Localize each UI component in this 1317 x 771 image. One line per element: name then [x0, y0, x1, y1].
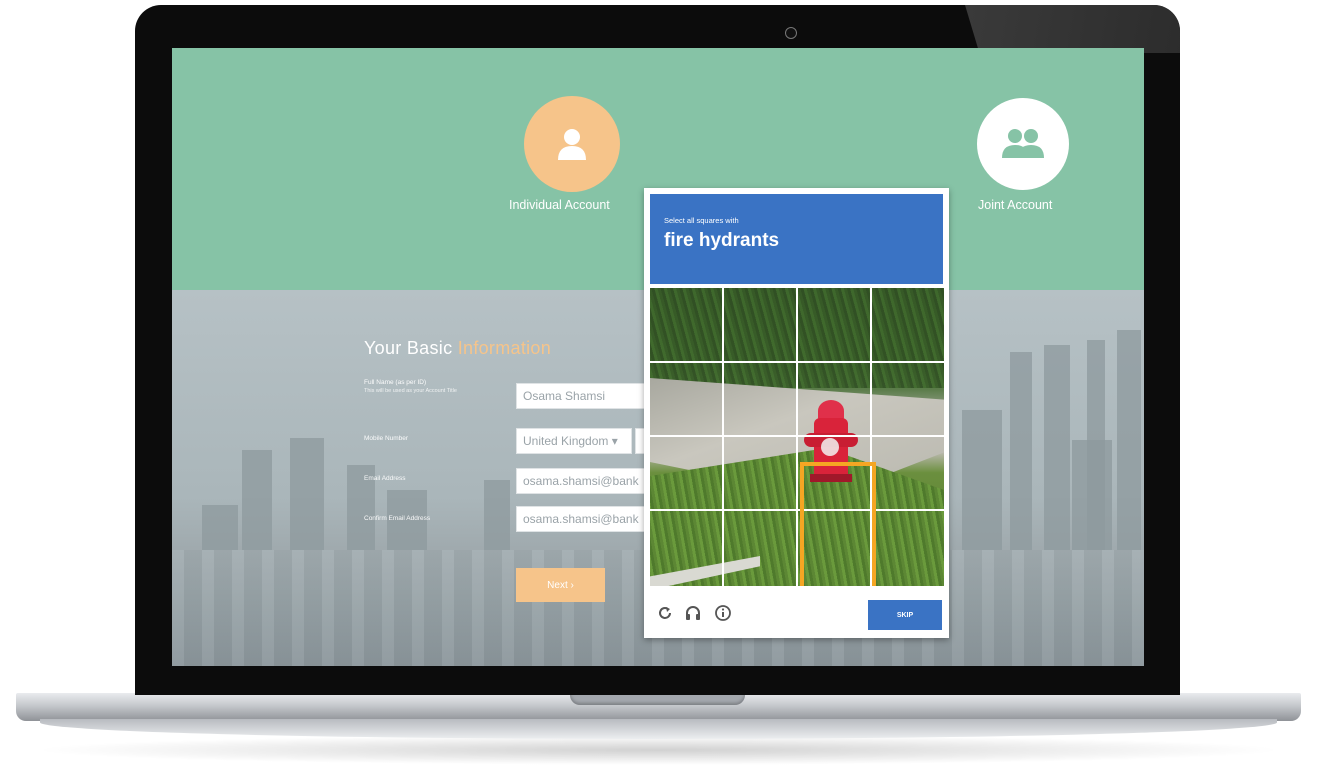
- joint-account-button[interactable]: [977, 98, 1069, 190]
- form-title-main: Your Basic: [364, 338, 453, 358]
- individual-account-button[interactable]: [524, 96, 620, 192]
- joint-account-label: Joint Account: [978, 198, 1053, 212]
- captcha-header: Select all squares with fire hydrants: [650, 194, 943, 284]
- grid-line: [650, 435, 944, 437]
- form-title-accent: Information: [457, 338, 552, 358]
- hydrant-front-nozzle: [821, 438, 839, 456]
- confirm-email-label: Confirm Email Address: [364, 515, 431, 522]
- captcha-dialog: Select all squares with fire hydrants SK…: [644, 188, 949, 638]
- email-label: Email Address: [364, 475, 406, 482]
- country-select[interactable]: United Kingdom ▾: [516, 428, 632, 454]
- confirm-email-input[interactable]: osama.shamsi@bank: [516, 506, 646, 532]
- building: [242, 450, 272, 560]
- audio-icon[interactable]: [684, 604, 702, 622]
- building: [1044, 345, 1070, 560]
- user-icon: [558, 129, 586, 160]
- camera-icon: [785, 27, 797, 39]
- full-name-input[interactable]: Osama Shamsi: [516, 383, 646, 409]
- captcha-instruction: Select all squares with: [664, 216, 739, 225]
- bezel-glare: [965, 5, 1180, 53]
- selected-tiles-highlight: [800, 462, 876, 586]
- captcha-footer: SKIP: [650, 594, 943, 632]
- laptop-shadow: [30, 735, 1287, 765]
- building: [1117, 330, 1141, 560]
- building: [290, 438, 324, 560]
- email-input[interactable]: osama.shamsi@bank: [516, 468, 646, 494]
- building: [962, 410, 1002, 560]
- form-title: Your Basic Information: [364, 338, 551, 359]
- skip-button[interactable]: SKIP: [868, 600, 942, 630]
- full-name-sublabel: This will be used as your Account Title: [364, 388, 457, 394]
- next-button[interactable]: Next ›: [516, 568, 605, 602]
- captcha-image-grid[interactable]: [650, 288, 944, 586]
- full-name-label: Full Name (as per ID) This will be used …: [364, 378, 474, 396]
- building: [1072, 440, 1112, 560]
- grid-line: [796, 288, 798, 586]
- captcha-target: fire hydrants: [664, 230, 780, 251]
- grid-line: [722, 288, 724, 586]
- laptop-notch: [570, 694, 745, 705]
- grid-line: [650, 509, 944, 511]
- grid-line: [650, 361, 944, 363]
- individual-account-label: Individual Account: [509, 198, 610, 212]
- users-icon: [1002, 129, 1044, 158]
- info-icon[interactable]: [714, 604, 732, 622]
- building: [484, 480, 510, 560]
- mobile-number-label: Mobile Number: [364, 435, 409, 442]
- reload-icon[interactable]: [656, 604, 674, 622]
- building: [1010, 352, 1032, 560]
- full-name-label-text: Full Name (as per ID): [364, 379, 427, 386]
